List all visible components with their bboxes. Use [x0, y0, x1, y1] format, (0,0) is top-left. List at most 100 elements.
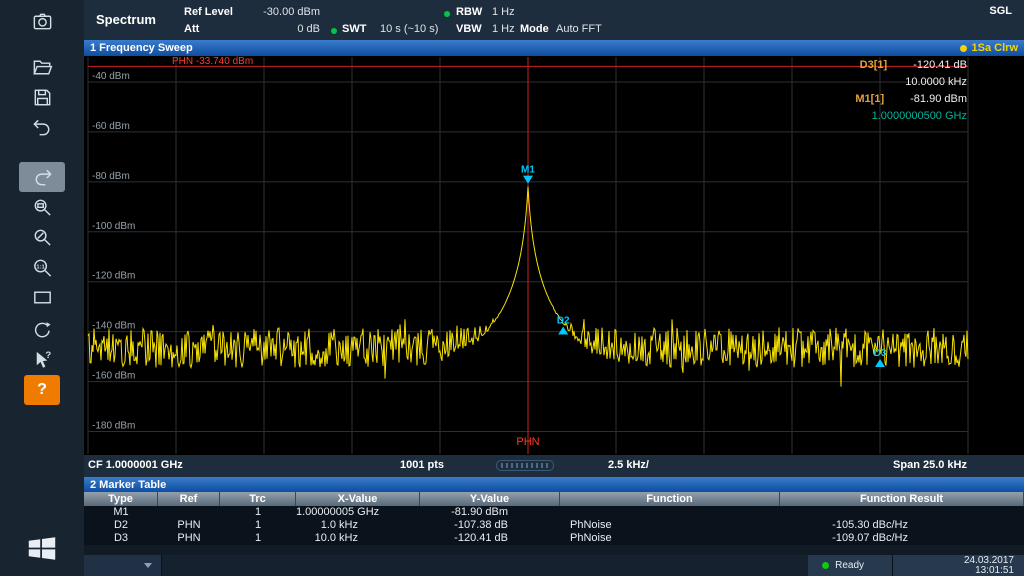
frame-icon — [31, 286, 54, 309]
marker-table-column-header: Type — [84, 492, 158, 506]
context-help-button[interactable]: ? — [19, 345, 65, 375]
display-frame-button[interactable] — [19, 282, 65, 312]
zoom-one-to-one-button[interactable]: 1:1 — [19, 252, 65, 282]
help-button[interactable]: ? — [24, 375, 60, 405]
y-axis-tick-label: -80 dBm — [92, 171, 130, 182]
single-sweep-indicator: SGL — [989, 5, 1012, 17]
readout-d3-level: -120.41 dB — [913, 59, 967, 71]
time-value: 13:01:51 — [893, 566, 1014, 576]
readout-row-d3-freq: 10.0000 kHz — [737, 76, 967, 93]
screenshot-button[interactable] — [19, 6, 65, 36]
y-axis-tick-label: -180 dBm — [92, 421, 135, 432]
sweep-progress-indicator — [496, 460, 554, 471]
marker-table-row[interactable]: M111.00000005 GHz-81.90 dBm — [84, 506, 1024, 519]
marker-readout-panel: D3[1] -120.41 dB 10.0000 kHz M1[1] -81.9… — [737, 59, 967, 127]
ready-dot-icon — [822, 562, 829, 569]
channel-settings-header: Spectrum Ref Level -30.00 dBm Att 0 dB S… — [84, 0, 1024, 40]
mode-value[interactable]: Auto FFT — [556, 23, 602, 35]
datetime-panel: 24.03.2017 13:01:51 — [892, 555, 1024, 576]
windows-start-button[interactable] — [24, 532, 60, 564]
marker-table-cell: M1 — [84, 506, 158, 519]
one-to-one-magnifier-icon: 1:1 — [31, 256, 54, 279]
marker-symbol-D2 — [558, 326, 568, 334]
vbw-value[interactable]: 1 Hz — [492, 23, 515, 35]
marker-table-cell: 1 — [220, 532, 296, 545]
help-glyph: ? — [45, 350, 51, 361]
zoom-area-icon — [31, 196, 54, 219]
one-to-one-label: 1:1 — [36, 264, 45, 270]
center-frequency-value[interactable]: CF 1.0000001 GHz — [88, 459, 183, 471]
marker-table-cell — [158, 506, 220, 519]
readout-row-m1: M1[1] -81.90 dBm — [737, 93, 967, 110]
marker-table-cell: -109.07 dBc/Hz — [780, 532, 1024, 545]
sweep-points-value[interactable]: 1001 pts — [400, 459, 444, 471]
marker-table-body: M111.00000005 GHz-81.90 dBmD2PHN11.0 kHz… — [84, 506, 1024, 545]
statusbar-spacer — [162, 555, 808, 576]
y-axis-tick-label: -160 dBm — [92, 371, 135, 382]
toolbar-sidebar: 1:1 ? ? — [0, 0, 84, 576]
windows-logo-icon — [27, 535, 57, 562]
span-value[interactable]: Span 25.0 kHz — [893, 459, 967, 471]
marker-table-cell: D2 — [84, 519, 158, 532]
swt-label: SWT — [342, 23, 366, 35]
status-bar: Ready 24.03.2017 13:01:51 — [84, 555, 1024, 576]
trace-mode-indicator[interactable]: 1Sa Clrw — [960, 42, 1018, 54]
per-division-value[interactable]: 2.5 kHz/ — [608, 459, 649, 471]
help-pointer-icon: ? — [31, 349, 54, 372]
trace1-color-dot — [960, 45, 967, 52]
swt-coupling-dot — [331, 28, 337, 34]
marker-table-cell: 1 — [220, 506, 296, 519]
marker-table-column-header: Trc — [220, 492, 296, 506]
marker-symbol-M1 — [523, 176, 533, 184]
zoom-off-icon — [31, 226, 54, 249]
marker-table-cell: PhNoise — [560, 519, 780, 532]
marker-table-column-header: Function — [560, 492, 780, 506]
marker-label-M1: M1 — [521, 165, 535, 176]
undo-arrow-icon — [31, 116, 54, 139]
rbw-coupling-dot — [444, 11, 450, 17]
marker-table-cell: -107.38 dB — [420, 519, 560, 532]
readout-row-d3: D3[1] -120.41 dB — [737, 59, 967, 76]
statusbar-dropdown[interactable] — [84, 555, 162, 576]
phn-marker-label: PHN — [498, 436, 558, 448]
marker-label-D3: D3 — [874, 348, 887, 359]
marker-table-title: 2 Marker Table — [90, 479, 166, 491]
marker-table-column-header: Ref — [158, 492, 220, 506]
dropdown-chevron-icon — [144, 563, 152, 568]
save-floppy-icon — [31, 86, 54, 109]
swt-value[interactable]: 10 s (~10 s) — [380, 23, 438, 35]
undo-button[interactable] — [19, 112, 65, 142]
marker-table-cell: 1.0 kHz — [296, 519, 420, 532]
y-axis-tick-label: -120 dBm — [92, 271, 135, 282]
redo-button[interactable] — [19, 162, 65, 192]
save-file-button[interactable] — [19, 82, 65, 112]
zoom-area-button[interactable] — [19, 192, 65, 222]
diagram-footer: CF 1.0000001 GHz 1001 pts 2.5 kHz/ Span … — [84, 455, 1024, 477]
rbw-value[interactable]: 1 Hz — [492, 6, 515, 18]
zoom-off-button[interactable] — [19, 222, 65, 252]
vbw-label: VBW — [456, 23, 482, 35]
marker-table-cell: PHN — [158, 519, 220, 532]
marker-table-column-header: X-Value — [296, 492, 420, 506]
trace-mode-label: 1Sa Clrw — [972, 42, 1018, 54]
diagram-title: 1 Frequency Sweep — [90, 42, 193, 54]
statusbar-right-panel: Ready 24.03.2017 13:01:51 — [808, 555, 1024, 576]
marker-table-cell: 1.00000005 GHz — [296, 506, 420, 519]
marker-table-row[interactable]: D2PHN11.0 kHz-107.38 dBPhNoise-105.30 dB… — [84, 519, 1024, 532]
marker-table-header: TypeRefTrcX-ValueY-ValueFunctionFunction… — [84, 492, 1024, 506]
refresh-icon — [31, 319, 54, 342]
channel-tab-spectrum[interactable]: Spectrum — [96, 12, 156, 27]
open-file-button[interactable] — [19, 52, 65, 82]
marker-label-D2: D2 — [557, 315, 570, 326]
readout-d3-freq: 10.0000 kHz — [905, 76, 967, 88]
diagram-titlebar: 1 Frequency Sweep 1Sa Clrw — [84, 40, 1024, 56]
redo-arrow-icon — [31, 166, 54, 189]
rbw-label: RBW — [456, 6, 482, 18]
marker-table-column-header: Y-Value — [420, 492, 560, 506]
mode-label: Mode — [520, 23, 549, 35]
refresh-sweep-button[interactable] — [19, 315, 65, 345]
marker-table-row[interactable]: D3PHN110.0 kHz-120.41 dBPhNoise-109.07 d… — [84, 532, 1024, 545]
y-axis-tick-label: -40 dBm — [92, 71, 130, 82]
att-value[interactable]: 0 dB — [246, 23, 320, 35]
ref-level-value[interactable]: -30.00 dBm — [246, 6, 320, 18]
